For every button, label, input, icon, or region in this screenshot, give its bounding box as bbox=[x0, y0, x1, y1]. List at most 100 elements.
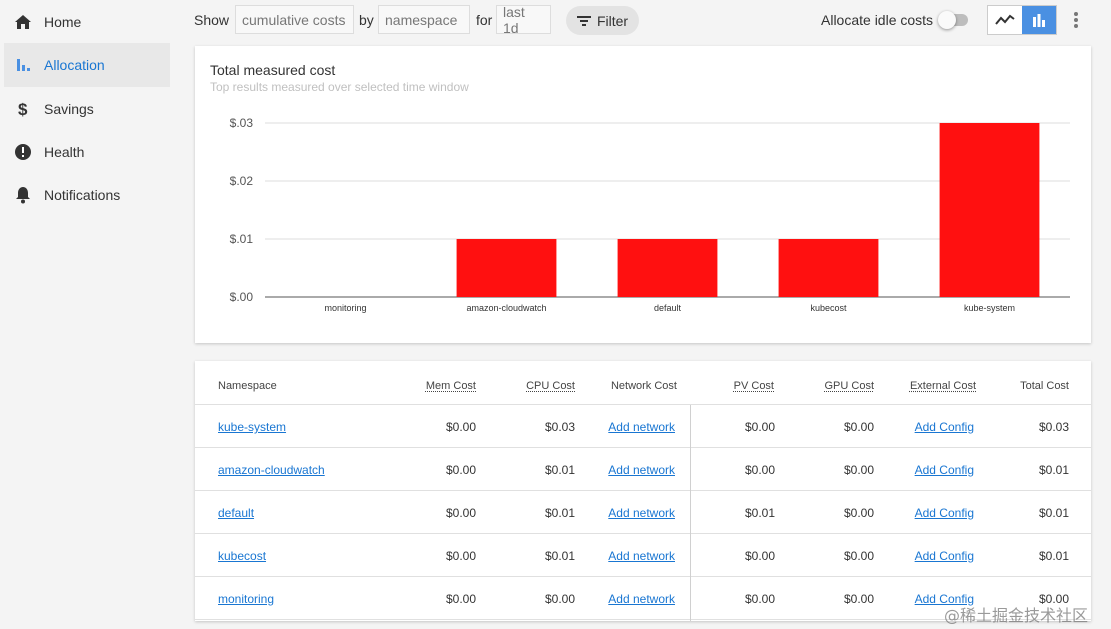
x-tick-label: amazon-cloudwatch bbox=[466, 303, 546, 313]
bar-chart-icon bbox=[1033, 14, 1045, 27]
watermark: @稀土掘金技术社区 bbox=[944, 606, 1089, 625]
y-tick-label: $.00 bbox=[230, 290, 254, 304]
y-tick-label: $.03 bbox=[230, 116, 254, 130]
window-select[interactable]: last 1d bbox=[496, 4, 551, 36]
bar-chart-icon bbox=[14, 56, 32, 74]
for-label: for bbox=[476, 12, 493, 28]
idle-costs-toggle[interactable] bbox=[938, 11, 970, 29]
bar-kube-system[interactable] bbox=[939, 123, 1040, 297]
toggle-knob bbox=[938, 11, 956, 29]
filter-label: Filter bbox=[596, 12, 629, 29]
idle-costs-label: Allocate idle costs bbox=[821, 12, 934, 28]
gpu-cost-cell: $0.00 bbox=[843, 506, 874, 520]
svg-text:$: $ bbox=[18, 100, 28, 118]
show-label: Show bbox=[194, 12, 230, 28]
sidebar-item-label: Home bbox=[44, 14, 82, 30]
table-row: default $0.00 $0.01 Add network $0.01 $0.00 Ad… bbox=[195, 491, 1091, 534]
header-external-cost[interactable]: External Cost bbox=[910, 380, 976, 392]
home-icon bbox=[14, 13, 32, 31]
dot-icon bbox=[1074, 12, 1078, 16]
by-label: by bbox=[359, 12, 374, 28]
bar-chart-view-button[interactable] bbox=[1022, 6, 1056, 34]
header-pv-cost[interactable]: PV Cost bbox=[734, 380, 774, 392]
x-tick-label: kubecost bbox=[810, 303, 847, 313]
sidebar-item-savings[interactable]: $ Savings bbox=[4, 87, 170, 131]
y-tick-label: $.02 bbox=[230, 174, 254, 188]
header-network-cost[interactable]: Network Cost bbox=[611, 380, 677, 392]
bar-amazon-cloudwatch[interactable] bbox=[456, 239, 557, 297]
add-network-link[interactable]: Add network bbox=[608, 420, 675, 434]
mem-cost-cell: $0.00 bbox=[445, 463, 476, 477]
pv-cost-cell: $0.00 bbox=[744, 592, 775, 606]
table-row: kubecost $0.00 $0.01 Add network $0.00 $0.00 A… bbox=[195, 534, 1091, 577]
sidebar-item-label: Notifications bbox=[44, 187, 121, 203]
bell-icon bbox=[14, 186, 32, 204]
sidebar-item-notifications[interactable]: Notifications bbox=[4, 173, 170, 217]
pv-cost-cell: $0.01 bbox=[744, 506, 775, 520]
gpu-cost-cell: $0.00 bbox=[843, 463, 874, 477]
sidebar-item-home[interactable]: Home bbox=[4, 0, 170, 44]
cpu-cost-cell: $0.01 bbox=[544, 549, 575, 563]
y-tick-label: $.01 bbox=[230, 232, 254, 246]
gpu-cost-cell: $0.00 bbox=[843, 549, 874, 563]
mem-cost-cell: $0.00 bbox=[445, 420, 476, 434]
group-by-select[interactable]: namespace bbox=[378, 5, 470, 34]
filter-button[interactable]: Filter bbox=[566, 6, 639, 35]
x-tick-label: default bbox=[654, 303, 682, 313]
namespace-link[interactable]: amazon-cloudwatch bbox=[218, 463, 325, 477]
sidebar-item-label: Health bbox=[44, 144, 85, 160]
x-tick-label: monitoring bbox=[324, 303, 366, 313]
pv-cost-cell: $0.00 bbox=[744, 549, 775, 563]
line-chart-icon bbox=[995, 14, 1015, 25]
sidebar-item-allocation[interactable]: Allocation bbox=[4, 43, 170, 87]
bar-kubecost[interactable] bbox=[778, 239, 879, 297]
more-options-button[interactable] bbox=[1070, 9, 1082, 31]
sidebar-item-health[interactable]: Health bbox=[4, 130, 170, 174]
cpu-cost-cell: $0.03 bbox=[544, 420, 575, 434]
mem-cost-cell: $0.00 bbox=[445, 549, 476, 563]
total-cost-cell: $0.03 bbox=[1038, 420, 1069, 434]
sidebar-item-label: Allocation bbox=[44, 57, 105, 73]
line-chart-view-button[interactable] bbox=[988, 6, 1022, 34]
table-header: Namespace Mem Cost CPU Cost Network Cost… bbox=[195, 361, 1091, 405]
add-config-link[interactable]: Add Config bbox=[915, 506, 974, 520]
cpu-cost-cell: $0.00 bbox=[544, 592, 575, 606]
namespace-link[interactable]: monitoring bbox=[218, 592, 274, 606]
total-cost-cell: $0.01 bbox=[1038, 506, 1069, 520]
table-row: amazon-cloudwatch $0.00 $0.01 Add network $0… bbox=[195, 448, 1091, 491]
mem-cost-cell: $0.00 bbox=[445, 506, 476, 520]
gpu-cost-cell: $0.00 bbox=[843, 592, 874, 606]
add-config-link[interactable]: Add Config bbox=[915, 420, 974, 434]
aggregate-select[interactable]: cumulative costs bbox=[235, 5, 354, 34]
add-network-link[interactable]: Add network bbox=[608, 592, 675, 606]
dot-icon bbox=[1074, 18, 1078, 22]
allocation-table: Namespace Mem Cost CPU Cost Network Cost… bbox=[195, 361, 1091, 621]
namespace-link[interactable]: default bbox=[218, 506, 254, 520]
bar-default[interactable] bbox=[617, 239, 718, 297]
sidebar-item-label: Savings bbox=[44, 101, 94, 117]
namespace-link[interactable]: kubecost bbox=[218, 549, 266, 563]
x-tick-label: kube-system bbox=[964, 303, 1015, 313]
bar-chart: $.00 $.01 $.02 $.03 monitoring amazon-cloudwa… bbox=[230, 116, 1070, 313]
dollar-icon: $ bbox=[14, 100, 32, 118]
header-mem-cost[interactable]: Mem Cost bbox=[426, 380, 476, 392]
column-divider bbox=[690, 405, 691, 621]
add-network-link[interactable]: Add network bbox=[608, 463, 675, 477]
add-network-link[interactable]: Add network bbox=[608, 549, 675, 563]
mem-cost-cell: $0.00 bbox=[445, 592, 476, 606]
add-config-link[interactable]: Add Config bbox=[915, 549, 974, 563]
header-gpu-cost[interactable]: GPU Cost bbox=[824, 380, 874, 392]
add-network-link[interactable]: Add network bbox=[608, 506, 675, 520]
pv-cost-cell: $0.00 bbox=[744, 420, 775, 434]
pv-cost-cell: $0.00 bbox=[744, 463, 775, 477]
sidebar: Home Allocation $ Savings Health Notific… bbox=[0, 0, 176, 629]
add-config-link[interactable]: Add Config bbox=[915, 463, 974, 477]
header-cpu-cost[interactable]: CPU Cost bbox=[526, 380, 575, 392]
header-namespace[interactable]: Namespace bbox=[218, 380, 277, 392]
controls-toolbar: Show cumulative costs by namespace for l… bbox=[194, 4, 1094, 36]
alert-circle-icon bbox=[14, 143, 32, 161]
header-total-cost[interactable]: Total Cost bbox=[1020, 380, 1069, 392]
cpu-cost-cell: $0.01 bbox=[544, 463, 575, 477]
namespace-link[interactable]: kube-system bbox=[218, 420, 286, 434]
gpu-cost-cell: $0.00 bbox=[843, 420, 874, 434]
